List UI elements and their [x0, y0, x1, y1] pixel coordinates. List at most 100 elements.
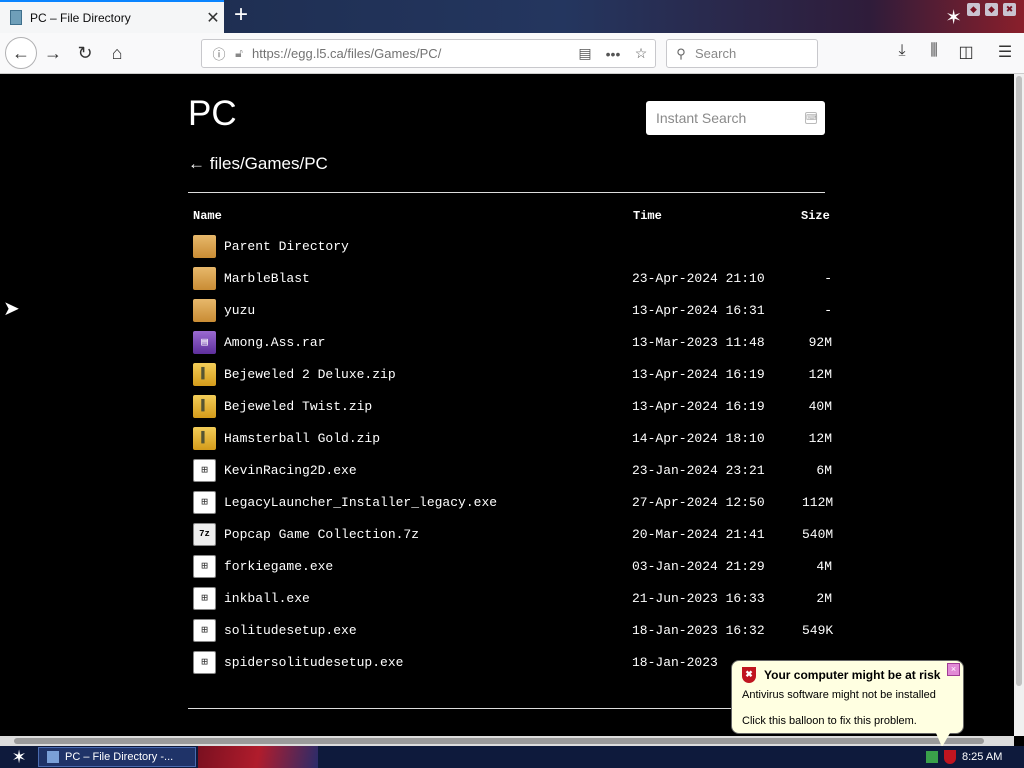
- maximize-icon[interactable]: ◆: [985, 3, 998, 16]
- page-favicon-icon: [10, 10, 22, 25]
- taskbar-flag-decoration: [198, 746, 318, 768]
- file-row[interactable]: ⊞ solitudesetup.exe 18-Jan-2023 16:32 549K: [193, 616, 833, 644]
- horizontal-scrollbar-thumb[interactable]: [14, 738, 984, 744]
- file-row[interactable]: 7z Popcap Game Collection.7z 20-Mar-2024 2…: [193, 520, 833, 548]
- file-time: 14-Apr-2024 18:10: [632, 430, 765, 446]
- page-title: PC: [188, 94, 237, 133]
- url-bar[interactable]: ⓘ 🔓︎ https://egg.l5.ca/files/Games/PC/ ▤…: [201, 39, 656, 68]
- screen: PC – File Directory ✕ + ✶ ◆ ◆ ✖ ← → ↻ ⌂ …: [0, 0, 1024, 768]
- keyboard-icon: ⌨: [805, 112, 818, 124]
- breadcrumb[interactable]: ← files/Games/PC: [188, 154, 328, 174]
- vertical-scrollbar-thumb[interactable]: [1016, 76, 1022, 686]
- file-name-link[interactable]: inkball.exe: [224, 591, 632, 606]
- file-name-link[interactable]: solitudesetup.exe: [224, 623, 632, 638]
- file-size: 2M: [816, 590, 832, 606]
- instant-search-input[interactable]: Instant Search ⌨: [646, 101, 825, 135]
- security-center-icon[interactable]: [944, 750, 956, 764]
- file-time: 20-Mar-2024 21:41: [632, 526, 765, 542]
- file-size: 12M: [808, 366, 832, 382]
- reload-button[interactable]: ↻: [70, 38, 100, 68]
- search-bar[interactable]: ⚲ Search: [666, 39, 818, 68]
- insecure-lock-icon[interactable]: 🔓︎: [230, 46, 248, 61]
- file-size: -: [824, 270, 832, 286]
- search-placeholder: Search: [695, 46, 737, 61]
- menu-hamburger-icon[interactable]: ☰: [993, 42, 1017, 66]
- folder-icon: [193, 266, 216, 290]
- back-button[interactable]: ←: [5, 37, 37, 69]
- balloon-title: Your computer might be at risk: [764, 668, 941, 682]
- file-name-link[interactable]: KevinRacing2D.exe: [224, 463, 632, 478]
- vertical-scrollbar[interactable]: [1014, 74, 1024, 736]
- taskbar-item-browser[interactable]: PC – File Directory -...: [38, 747, 196, 767]
- clock[interactable]: 8:25 AM: [962, 751, 1002, 763]
- forward-button[interactable]: →: [38, 38, 68, 68]
- reader-view-icon[interactable]: ▤: [571, 45, 599, 62]
- file-time: 23-Apr-2024 21:10: [632, 270, 765, 286]
- file-size: -: [824, 302, 832, 318]
- home-icon: ⌂: [111, 42, 123, 63]
- file-name-link[interactable]: Bejeweled Twist.zip: [224, 399, 632, 414]
- file-time: 13-Apr-2024 16:31: [632, 302, 765, 318]
- file-name-link[interactable]: Parent Directory: [224, 239, 632, 254]
- back-arrow-icon: ←: [12, 42, 30, 63]
- file-row[interactable]: ▌ Bejeweled Twist.zip 13-Apr-2024 16:19 40M: [193, 392, 833, 420]
- file-size: 12M: [808, 430, 832, 446]
- home-button[interactable]: ⌂: [102, 38, 132, 68]
- file-row[interactable]: ⊞ KevinRacing2D.exe 23-Jan-2024 23:21 6M: [193, 456, 833, 484]
- downloads-icon[interactable]: ⤓: [890, 42, 914, 66]
- minimize-icon[interactable]: ◆: [967, 3, 980, 16]
- tab-active[interactable]: PC – File Directory ✕: [0, 0, 224, 33]
- taskbar-item-label: PC – File Directory -...: [65, 751, 174, 763]
- file-name-link[interactable]: Among.Ass.rar: [224, 335, 632, 350]
- file-row[interactable]: ▌ Hamsterball Gold.zip 14-Apr-2024 18:10 12…: [193, 424, 833, 452]
- column-header-time[interactable]: Time: [633, 209, 662, 223]
- file-row[interactable]: ⊞ inkball.exe 21-Jun-2023 16:33 2M: [193, 584, 833, 612]
- window-controls: ◆ ◆ ✖: [967, 3, 1016, 16]
- parent-directory-row[interactable]: Parent Directory: [193, 232, 833, 260]
- file-name-link[interactable]: spidersolitudesetup.exe: [224, 655, 632, 670]
- security-balloon[interactable]: ✖ Your computer might be at risk Antivir…: [731, 660, 964, 734]
- file-size: 6M: [816, 462, 832, 478]
- file-row[interactable]: ⊞ LegacyLauncher_Installer_legacy.exe 27-A…: [193, 488, 833, 516]
- library-icon[interactable]: ⫼: [922, 42, 946, 66]
- file-time: 23-Jan-2024 23:21: [632, 462, 765, 478]
- network-icon[interactable]: [926, 751, 938, 763]
- rar-archive-icon: ▤: [193, 330, 216, 354]
- executable-icon: ⊞: [193, 586, 216, 610]
- sidebar-toggle-icon[interactable]: ◫: [954, 42, 978, 66]
- file-name-link[interactable]: forkiegame.exe: [224, 559, 632, 574]
- file-row[interactable]: yuzu 13-Apr-2024 16:31 -: [193, 296, 833, 324]
- balloon-close-icon[interactable]: ×: [947, 663, 960, 676]
- file-name-link[interactable]: Bejeweled 2 Deluxe.zip: [224, 367, 632, 382]
- file-row[interactable]: ⊞ forkiegame.exe 03-Jan-2024 21:29 4M: [193, 552, 833, 580]
- file-row[interactable]: MarbleBlast 23-Apr-2024 21:10 -: [193, 264, 833, 292]
- 7z-archive-icon: 7z: [193, 522, 216, 546]
- start-button[interactable]: ✶: [4, 746, 34, 768]
- security-shield-icon: ✖: [742, 667, 756, 683]
- close-window-icon[interactable]: ✖: [1003, 3, 1016, 16]
- mouse-cursor-icon: ➤: [3, 298, 20, 320]
- bookmark-star-icon[interactable]: ☆: [627, 45, 655, 62]
- executable-icon: ⊞: [193, 490, 216, 514]
- column-header-size[interactable]: Size: [801, 209, 830, 223]
- zip-archive-icon: ▌: [193, 394, 216, 418]
- file-name-link[interactable]: MarbleBlast: [224, 271, 632, 286]
- new-tab-button[interactable]: +: [228, 2, 254, 30]
- file-name-link[interactable]: LegacyLauncher_Installer_legacy.exe: [224, 495, 632, 510]
- folder-icon: [193, 298, 216, 322]
- horizontal-scrollbar[interactable]: [0, 736, 1014, 746]
- file-size: 112M: [802, 494, 834, 510]
- info-icon[interactable]: ⓘ: [208, 44, 230, 63]
- column-header-name[interactable]: Name: [193, 209, 222, 223]
- file-name-link[interactable]: Hamsterball Gold.zip: [224, 431, 632, 446]
- file-row[interactable]: ▌ Bejeweled 2 Deluxe.zip 13-Apr-2024 16:19…: [193, 360, 833, 388]
- system-tray: 8:25 AM: [920, 746, 1024, 768]
- file-name-link[interactable]: Popcap Game Collection.7z: [224, 527, 632, 542]
- file-time: 03-Jan-2024 21:29: [632, 558, 765, 574]
- file-name-link[interactable]: yuzu: [224, 303, 632, 318]
- tab-close-icon[interactable]: ✕: [202, 8, 224, 28]
- file-row[interactable]: ▤ Among.Ass.rar 13-Mar-2023 11:48 92M: [193, 328, 833, 356]
- page-actions-icon[interactable]: •••: [599, 46, 627, 62]
- url-text[interactable]: https://egg.l5.ca/files/Games/PC/: [248, 46, 571, 61]
- executable-icon: ⊞: [193, 618, 216, 642]
